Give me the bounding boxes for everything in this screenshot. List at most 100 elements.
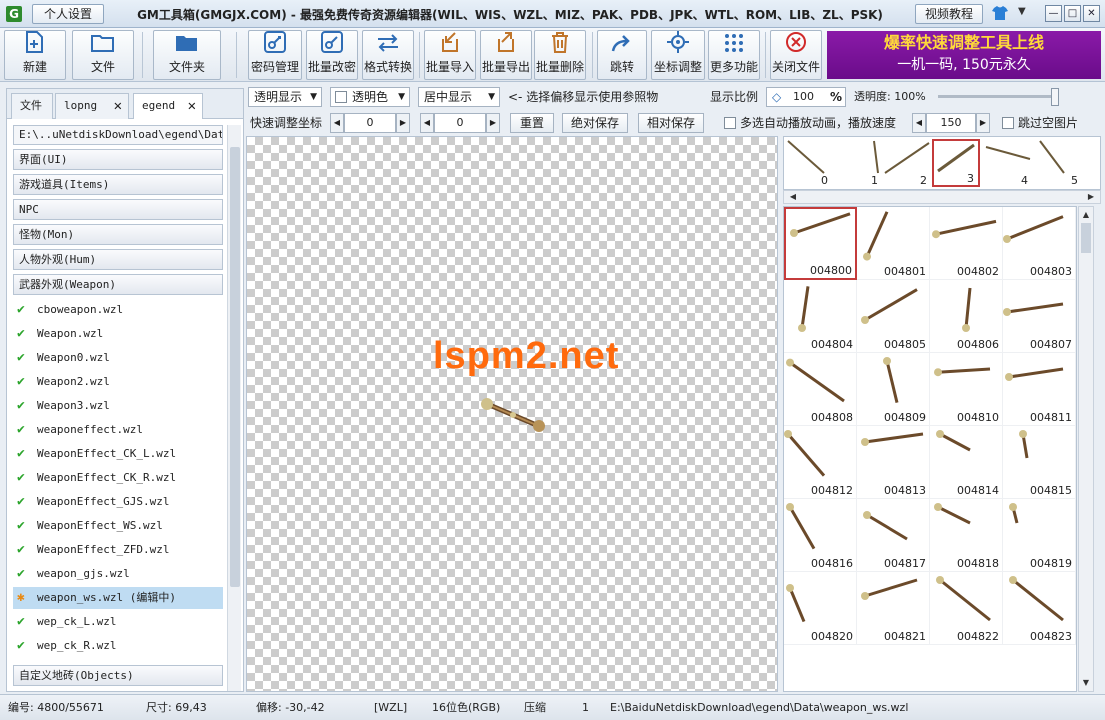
category-npc[interactable]: NPC	[13, 199, 223, 220]
thumbnail-cell[interactable]: 004821	[857, 572, 930, 645]
thumbnail-cell[interactable]: 004811	[1003, 353, 1076, 426]
thumbnail-cell[interactable]: 004803	[1003, 207, 1076, 280]
list-item[interactable]: ✔ weaponeffect.wzl	[13, 419, 223, 441]
minimize-button[interactable]: —	[1045, 5, 1062, 22]
list-item[interactable]: ✔ Weapon2.wzl	[13, 371, 223, 393]
coordinate-adjust-button[interactable]: 坐标调整	[651, 30, 705, 80]
thumbnail-cell[interactable]: 004810	[930, 353, 1003, 426]
scroll-down-icon[interactable]: ▼	[1079, 677, 1093, 689]
thumbnail-cell[interactable]: 004816	[784, 499, 857, 572]
skin-shirt-icon[interactable]	[992, 5, 1008, 21]
frame-thumbnail[interactable]: 0	[784, 139, 832, 187]
coord-y-decrement[interactable]: ◀	[420, 113, 434, 133]
scale-fit-icon[interactable]: ◇	[772, 89, 781, 105]
list-item[interactable]: ✔ Weapon0.wzl	[13, 347, 223, 369]
thumbnail-cell[interactable]: 004808	[784, 353, 857, 426]
scrollbar[interactable]	[227, 125, 241, 691]
tab-file[interactable]: 文件	[11, 93, 53, 119]
batch-password-button[interactable]: 批量改密	[306, 30, 358, 80]
thumbnail-cell[interactable]: 004817	[857, 499, 930, 572]
list-item-selected[interactable]: ✱ weapon_ws.wzl (编辑中)	[13, 587, 223, 609]
category-weapon[interactable]: 武器外观(Weapon)	[13, 274, 223, 295]
jump-button[interactable]: 跳转	[597, 30, 647, 80]
checkbox[interactable]	[335, 91, 347, 103]
absolute-save-button[interactable]: 绝对保存	[562, 113, 628, 133]
list-item[interactable]: ✔ wep_ck_R.wzl	[13, 635, 223, 657]
format-convert-button[interactable]: 格式转换	[362, 30, 414, 80]
thumbnail-cell[interactable]: 004812	[784, 426, 857, 499]
list-item[interactable]: ✔ WeaponEffect_CK_L.wzl	[13, 443, 223, 465]
category-objects[interactable]: 自定义地砖(Objects)	[13, 665, 223, 686]
list-item[interactable]: ✔ WeaponEffect_GJS.wzl	[13, 491, 223, 513]
coord-x-decrement[interactable]: ◀	[330, 113, 344, 133]
align-select[interactable]: 居中显示 ▼	[418, 87, 500, 107]
relative-save-button[interactable]: 相对保存	[638, 113, 704, 133]
category-ui[interactable]: 界面(UI)	[13, 149, 223, 170]
new-button[interactable]: 新建	[4, 30, 66, 80]
promo-banner[interactable]: 爆率快速调整工具上线 一机一码, 150元永久	[827, 31, 1101, 79]
tab-egend[interactable]: egend ✕	[133, 93, 203, 119]
thumbnail-cell[interactable]: 004814	[930, 426, 1003, 499]
close-icon[interactable]: ✕	[114, 94, 122, 118]
close-window-button[interactable]: ✕	[1083, 5, 1100, 22]
thumbnail-cell[interactable]: 004820	[784, 572, 857, 645]
frame-thumbnail[interactable]: 2	[883, 139, 931, 187]
display-mode-select[interactable]: 透明显示 ▼	[248, 87, 322, 107]
frame-thumbnail[interactable]: 5	[1034, 139, 1082, 187]
scrollbar-thumb[interactable]	[230, 147, 240, 587]
thumbnail-cell-selected[interactable]: 004800	[784, 207, 857, 280]
thumbnail-cell[interactable]: 004801	[857, 207, 930, 280]
transparent-color-select[interactable]: 透明色 ▼	[330, 87, 410, 107]
list-item[interactable]: ✔ WeaponEffect_WS.wzl	[13, 515, 223, 537]
thumbnail-cell[interactable]: 004804	[784, 280, 857, 353]
frame-strip-scrollbar[interactable]: ◀ ▶	[783, 190, 1101, 204]
more-functions-button[interactable]: 更多功能	[708, 30, 760, 80]
thumbnail-cell[interactable]: 004802	[930, 207, 1003, 280]
close-icon[interactable]: ✕	[188, 94, 196, 118]
coord-y-input[interactable]: 0	[434, 113, 486, 133]
file-button[interactable]: 文件	[72, 30, 134, 80]
reset-button[interactable]: 重置	[510, 113, 554, 133]
grid-scrollbar[interactable]: ▲ ▼	[1078, 206, 1094, 692]
path-field[interactable]: E:\..uNetdiskDownload\egend\Data\	[13, 125, 223, 145]
category-hum[interactable]: 人物外观(Hum)	[13, 249, 223, 270]
list-item[interactable]: ✔ WeaponEffect_CK_R.wzl	[13, 467, 223, 489]
coord-x-increment[interactable]: ▶	[396, 113, 410, 133]
list-item[interactable]: ✔ WeaponEffect_ZFD.wzl	[13, 539, 223, 561]
image-canvas[interactable]: lspm2.net	[246, 136, 778, 692]
video-tutorial-button[interactable]: 视频教程	[915, 4, 983, 24]
thumbnail-cell[interactable]: 004823	[1003, 572, 1076, 645]
thumbnail-cell[interactable]: 004806	[930, 280, 1003, 353]
scroll-right-icon[interactable]: ▶	[1084, 191, 1098, 203]
thumbnail-cell[interactable]: 004807	[1003, 280, 1076, 353]
list-item[interactable]: ✔ Weapon3.wzl	[13, 395, 223, 417]
list-item[interactable]: ✔ Weapon.wzl	[13, 323, 223, 345]
scroll-left-icon[interactable]: ◀	[786, 191, 800, 203]
thumbnail-cell[interactable]: 004809	[857, 353, 930, 426]
category-mon[interactable]: 怪物(Mon)	[13, 224, 223, 245]
chevron-down-icon[interactable]: ▼	[1018, 6, 1026, 17]
auto-play-checkbox[interactable]	[724, 117, 736, 129]
speed-decrement[interactable]: ◀	[912, 113, 926, 133]
opacity-slider-handle[interactable]	[1051, 88, 1059, 106]
list-item[interactable]: ✔ wep_ck_L.wzl	[13, 611, 223, 633]
list-item[interactable]: ✔ weapon_gjs.wzl	[13, 563, 223, 585]
personal-settings-button[interactable]: 个人设置	[32, 4, 104, 24]
scroll-up-icon[interactable]: ▲	[1079, 209, 1093, 221]
category-items[interactable]: 游戏道具(Items)	[13, 174, 223, 195]
frame-thumbnail[interactable]: 1	[834, 139, 882, 187]
thumbnail-cell[interactable]: 004805	[857, 280, 930, 353]
folder-button[interactable]: 文件夹	[153, 30, 221, 80]
tab-lopng[interactable]: lopng ✕	[55, 93, 129, 119]
coord-x-input[interactable]: 0	[344, 113, 396, 133]
frame-thumbnail[interactable]: 4	[984, 139, 1032, 187]
speed-increment[interactable]: ▶	[976, 113, 990, 133]
frame-thumbnail-selected[interactable]: 3	[932, 139, 980, 187]
weapon-sprite[interactable]	[479, 395, 549, 435]
batch-export-button[interactable]: 批量导出	[480, 30, 532, 80]
thumbnail-cell[interactable]: 004819	[1003, 499, 1076, 572]
thumbnail-cell[interactable]: 004818	[930, 499, 1003, 572]
maximize-button[interactable]: □	[1064, 5, 1081, 22]
opacity-slider[interactable]	[938, 95, 1058, 98]
batch-import-button[interactable]: 批量导入	[424, 30, 476, 80]
